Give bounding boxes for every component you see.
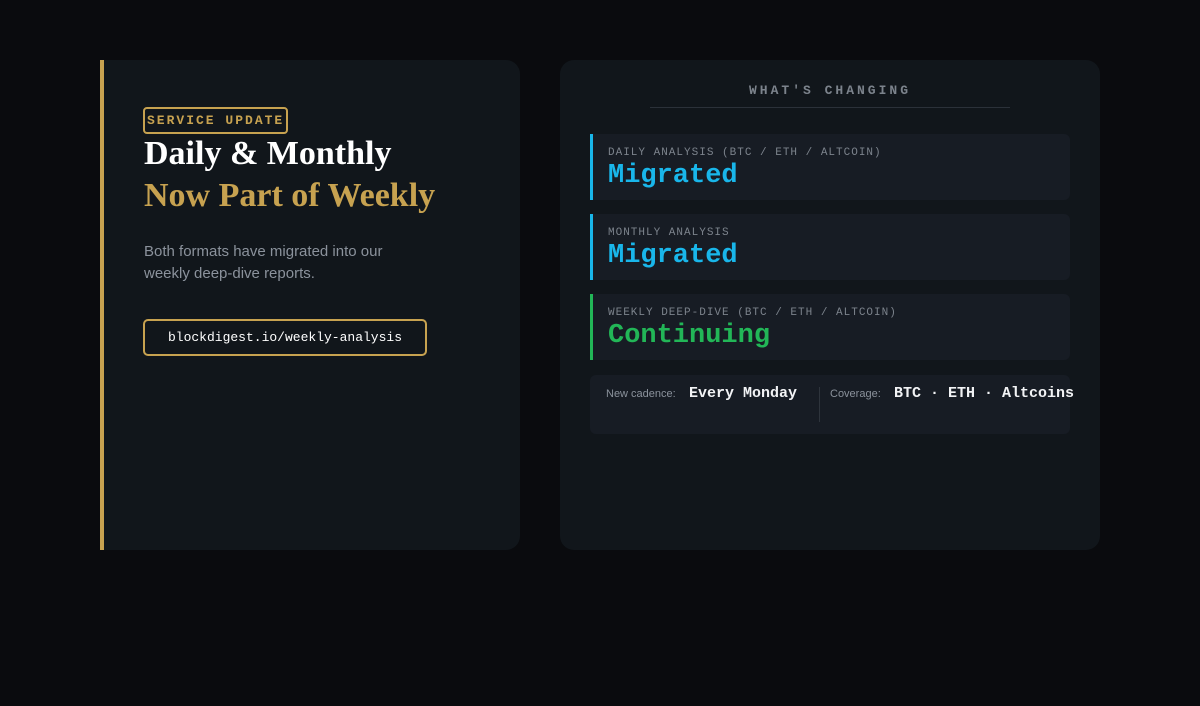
info-divider [819, 387, 820, 422]
weekly-analysis-link-button[interactable]: blockdigest.io/weekly-analysis [143, 319, 427, 356]
service-update-panel: SERVICE UPDATE Daily & Monthly Now Part … [100, 60, 520, 550]
status-value: Migrated [608, 161, 738, 191]
status-value: Continuing [608, 321, 771, 351]
cadence-label: New cadence: [606, 388, 676, 400]
schedule-info-box: New cadence: Every Monday Coverage: BTC … [590, 375, 1074, 434]
whats-changing-panel: WHAT'S CHANGING DAILY ANALYSIS (BTC / ET… [560, 60, 1100, 550]
description-text: Both formats have migrated into our week… [144, 243, 383, 282]
status-label: DAILY ANALYSIS (BTC / ETH / ALTCOIN) [608, 147, 882, 159]
whats-changing-heading: WHAT'S CHANGING [748, 83, 912, 98]
status-label: WEEKLY DEEP-DIVE (BTC / ETH / ALTCOIN) [608, 307, 897, 319]
daily-analysis-status-card: DAILY ANALYSIS (BTC / ETH / ALTCOIN) Mig… [590, 134, 1070, 200]
weekly-deep-dive-status-card: WEEKLY DEEP-DIVE (BTC / ETH / ALTCOIN) C… [590, 294, 1070, 360]
heading-divider [650, 107, 1010, 108]
coverage-value: BTC · ETH · Altcoins [894, 385, 1075, 402]
service-update-badge: SERVICE UPDATE [143, 107, 289, 134]
monthly-analysis-status-card: MONTHLY ANALYSIS Migrated [590, 214, 1070, 280]
cadence-value: Every Monday [689, 385, 798, 402]
headline-primary: Daily & Monthly [144, 135, 392, 172]
coverage-label: Coverage: [830, 388, 881, 400]
status-value: Migrated [608, 241, 738, 271]
status-label: MONTHLY ANALYSIS [608, 227, 730, 239]
headline-secondary: Now Part of Weekly [144, 177, 436, 214]
